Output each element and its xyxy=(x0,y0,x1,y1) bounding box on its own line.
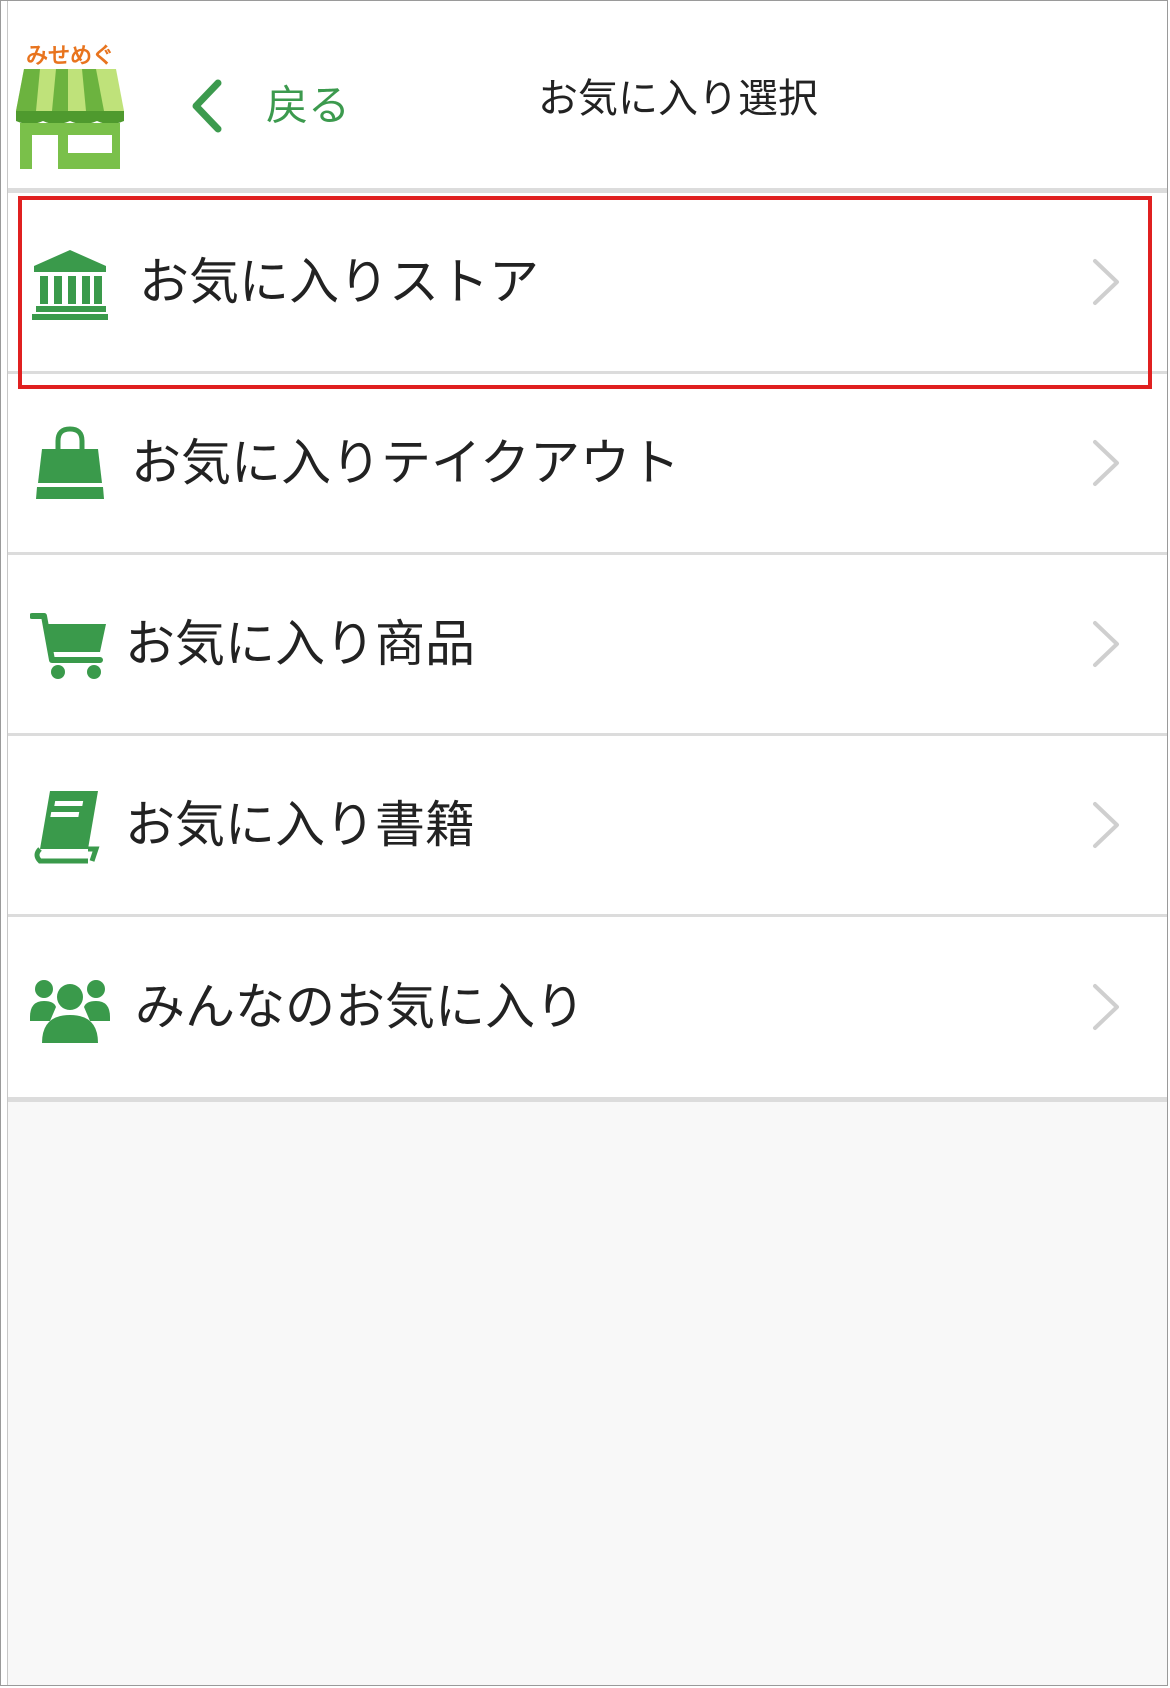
shopping-bag-icon xyxy=(36,426,104,499)
menu-item-favorite-store[interactable]: お気に入りストア xyxy=(8,193,1167,374)
chevron-right-icon xyxy=(1093,259,1119,305)
back-button[interactable]: 戻る xyxy=(188,71,350,141)
chevron-right-icon xyxy=(1093,440,1119,486)
frame-edge xyxy=(1,1,8,1685)
chevron-right-icon xyxy=(1093,802,1119,848)
menu-item-favorite-books[interactable]: お気に入り書籍 xyxy=(8,736,1167,917)
nav-header: みせめぐ 戻る お気に入り選択 xyxy=(8,1,1167,193)
menu-item-label: お気に入り書籍 xyxy=(125,796,475,854)
menu-item-label: お気に入りテイクアウト xyxy=(131,434,680,492)
logo-text: みせめぐ xyxy=(26,44,114,69)
chevron-right-icon xyxy=(1093,621,1119,667)
misemegu-logo: みせめぐ xyxy=(16,44,124,169)
bank-icon xyxy=(32,250,108,320)
menu-item-everyones-favorites[interactable]: みんなのお気に入り xyxy=(8,917,1167,1102)
menu-item-label: お気に入りストア xyxy=(139,253,539,311)
cart-icon xyxy=(30,613,106,679)
chevron-left-icon xyxy=(192,79,222,133)
book-icon xyxy=(34,791,100,864)
chevron-right-icon xyxy=(1093,984,1119,1030)
back-label: 戻る xyxy=(266,81,351,130)
app-frame: みせめぐ 戻る お気に入り選択 お気に入りストア お気に入りテイクアウト お気に… xyxy=(0,0,1168,1686)
menu-item-label: お気に入り商品 xyxy=(125,615,475,673)
favorites-menu: お気に入りストア お気に入りテイクアウト お気に入り商品 お気に入り書籍 みんな… xyxy=(8,193,1167,1102)
users-icon xyxy=(30,980,110,1043)
page-title: お気に入り選択 xyxy=(538,76,818,122)
menu-item-favorite-takeout[interactable]: お気に入りテイクアウト xyxy=(8,374,1167,555)
menu-item-label: みんなのお気に入り xyxy=(135,978,585,1036)
menu-item-favorite-products[interactable]: お気に入り商品 xyxy=(8,555,1167,736)
